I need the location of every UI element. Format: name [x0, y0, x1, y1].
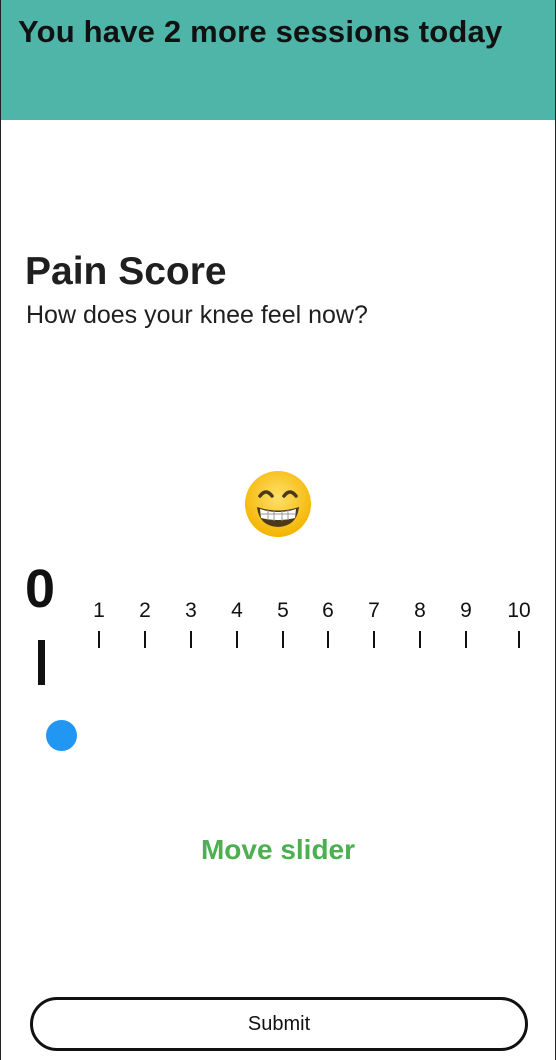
tick-label: 9 [460, 599, 472, 622]
scale-tick-6: 6 [308, 598, 348, 648]
question-text: How does your knee feel now? [26, 301, 368, 329]
tick-label: 2 [139, 599, 151, 622]
move-slider-hint: Move slider [200, 834, 356, 865]
tick-label: 7 [368, 599, 380, 622]
scale-tick-3: 3 [171, 598, 211, 648]
tick-label: 6 [322, 599, 334, 622]
tick-label: 4 [231, 599, 243, 622]
submit-button[interactable]: Submit [30, 997, 528, 1051]
tick-mark [518, 631, 520, 648]
sessions-header: You have 2 more sessions today [1, 0, 555, 120]
tick-mark [282, 631, 284, 648]
tick-mark [465, 631, 467, 648]
scale-tick-8: 8 [400, 598, 440, 648]
current-value-marker [38, 640, 45, 685]
scale-tick-1: 1 [79, 598, 119, 648]
tick-mark [144, 631, 146, 648]
tick-label: 3 [185, 599, 197, 622]
current-pain-value: 0 [25, 559, 56, 619]
tick-mark [327, 631, 329, 648]
sessions-remaining-text: You have 2 more sessions today [18, 14, 503, 49]
pain-score-screen: You have 2 more sessions today Pain Scor… [0, 0, 556, 1060]
scale-tick-10: 10 [499, 598, 539, 648]
pain-slider-thumb[interactable] [46, 720, 77, 751]
tick-label: 1 [93, 599, 105, 622]
scale-tick-9: 9 [446, 598, 486, 648]
tick-label: 10 [507, 599, 531, 622]
tick-mark [190, 631, 192, 648]
scale-tick-2: 2 [125, 598, 165, 648]
scale-tick-5: 5 [263, 598, 303, 648]
grinning-face-icon [245, 471, 311, 537]
tick-mark [419, 631, 421, 648]
scale-tick-7: 7 [354, 598, 394, 648]
page-title: Pain Score [25, 250, 227, 293]
tick-mark [373, 631, 375, 648]
tick-mark [236, 631, 238, 648]
tick-label: 8 [414, 599, 426, 622]
tick-mark [98, 631, 100, 648]
tick-label: 5 [277, 599, 289, 622]
scale-tick-4: 4 [217, 598, 257, 648]
